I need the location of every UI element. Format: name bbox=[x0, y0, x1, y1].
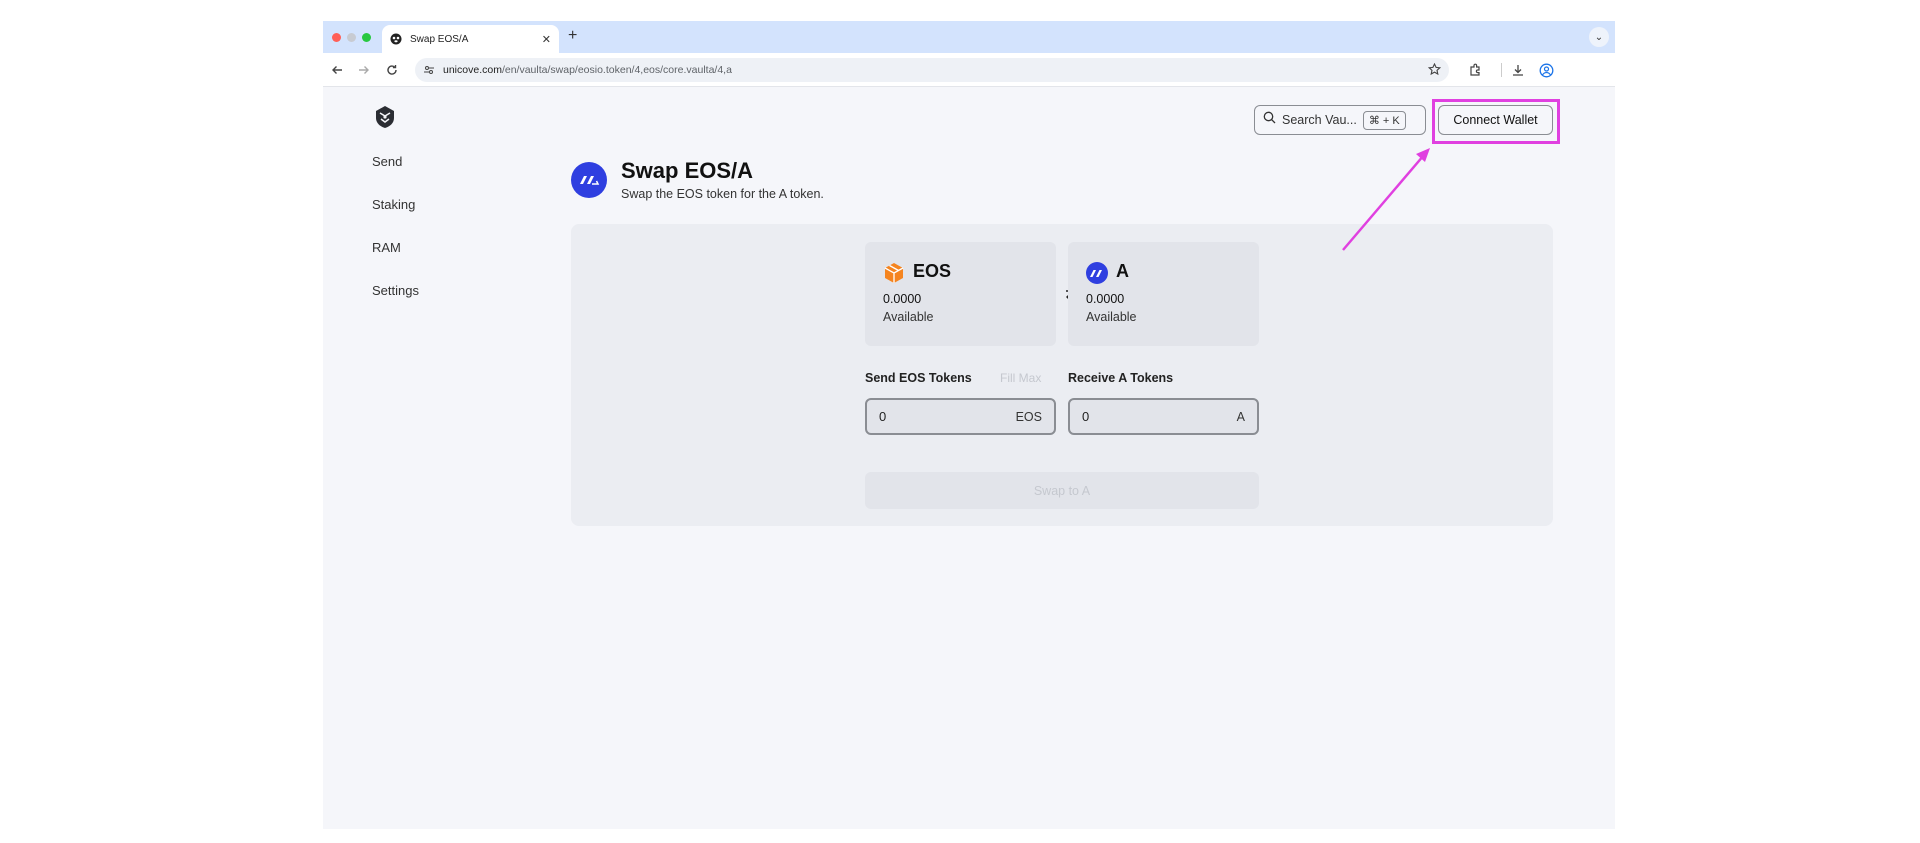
reload-icon[interactable] bbox=[383, 61, 401, 79]
to-token-available-label: Available bbox=[1086, 310, 1137, 324]
download-icon[interactable] bbox=[1510, 62, 1526, 78]
search-label: Search Vau... bbox=[1282, 113, 1357, 127]
swap-submit-button[interactable]: Swap to A bbox=[865, 472, 1259, 509]
search-shortcut-badge: ⌘ + K bbox=[1362, 110, 1406, 130]
extensions-icon[interactable] bbox=[1467, 62, 1483, 78]
search-icon bbox=[1263, 111, 1276, 129]
sidebar-item-staking[interactable]: Staking bbox=[372, 197, 415, 212]
address-bar[interactable]: unicove.com/en/vaulta/swap/eosio.token/4… bbox=[415, 58, 1449, 82]
back-arrow-icon[interactable] bbox=[328, 61, 346, 79]
app-logo-icon[interactable] bbox=[372, 104, 398, 130]
app-page: Send Staking RAM Settings Search Vau... … bbox=[323, 88, 1615, 829]
sidebar-item-ram[interactable]: RAM bbox=[372, 240, 401, 255]
from-token-card: EOS 0.0000 Available bbox=[865, 242, 1056, 346]
receive-amount-value: 0 bbox=[1082, 409, 1090, 424]
to-token-balance: 0.0000 bbox=[1086, 292, 1125, 306]
page-subtitle: Swap the EOS token for the A token. bbox=[621, 187, 824, 201]
browser-window: Swap EOS/A ✕ + ⌄ unicove.com/en/vaulta/s… bbox=[323, 21, 1615, 829]
eos-token-icon bbox=[883, 262, 905, 284]
a-token-icon bbox=[1086, 262, 1108, 284]
send-amount-input[interactable]: 0 EOS bbox=[865, 398, 1056, 435]
site-settings-icon[interactable] bbox=[417, 58, 441, 82]
forward-arrow-icon[interactable] bbox=[355, 61, 373, 79]
receive-amount-input[interactable]: 0 A bbox=[1068, 398, 1259, 435]
to-token-symbol: A bbox=[1116, 261, 1129, 281]
browser-toolbar: unicove.com/en/vaulta/swap/eosio.token/4… bbox=[323, 53, 1615, 87]
send-amount-unit: EOS bbox=[1015, 409, 1042, 424]
page-title: Swap EOS/A bbox=[621, 158, 754, 183]
sidebar-item-send[interactable]: Send bbox=[372, 154, 402, 169]
receive-amount-unit: A bbox=[1236, 409, 1245, 424]
from-token-symbol: EOS bbox=[913, 261, 952, 281]
tab-close-icon[interactable]: ✕ bbox=[542, 33, 551, 46]
maximize-window-button[interactable] bbox=[362, 33, 371, 42]
from-token-available-label: Available bbox=[883, 310, 934, 324]
send-amount-value: 0 bbox=[879, 409, 887, 424]
tab-strip: Swap EOS/A ✕ + ⌄ bbox=[323, 21, 1615, 53]
swap-panel: EOS 0.0000 Available A 0.0000 Available … bbox=[571, 224, 1553, 526]
search-button[interactable]: Search Vau... ⌘ + K bbox=[1254, 105, 1426, 135]
close-window-button[interactable] bbox=[332, 33, 341, 42]
panda-favicon-icon bbox=[390, 33, 402, 45]
star-icon[interactable] bbox=[1427, 62, 1442, 81]
sidebar-item-settings[interactable]: Settings bbox=[372, 283, 419, 298]
new-tab-icon[interactable]: + bbox=[568, 28, 577, 44]
fill-max-button[interactable]: Fill Max bbox=[1000, 371, 1041, 385]
vaulta-token-icon bbox=[571, 162, 607, 198]
from-token-balance: 0.0000 bbox=[883, 292, 922, 306]
profile-icon[interactable] bbox=[1538, 62, 1554, 78]
tab-title: Swap EOS/A bbox=[410, 33, 469, 45]
browser-tab[interactable]: Swap EOS/A ✕ bbox=[382, 25, 559, 53]
to-token-card: A 0.0000 Available bbox=[1068, 242, 1259, 346]
send-tokens-label: Send EOS Tokens bbox=[865, 371, 972, 385]
toolbar-divider bbox=[1501, 63, 1502, 77]
minimize-window-button[interactable] bbox=[347, 33, 356, 42]
url-text: unicove.com/en/vaulta/swap/eosio.token/4… bbox=[443, 64, 732, 76]
tab-menu-chevron-icon[interactable]: ⌄ bbox=[1589, 27, 1609, 47]
annotation-highlight-box bbox=[1432, 99, 1560, 144]
receive-tokens-label: Receive A Tokens bbox=[1068, 371, 1174, 385]
